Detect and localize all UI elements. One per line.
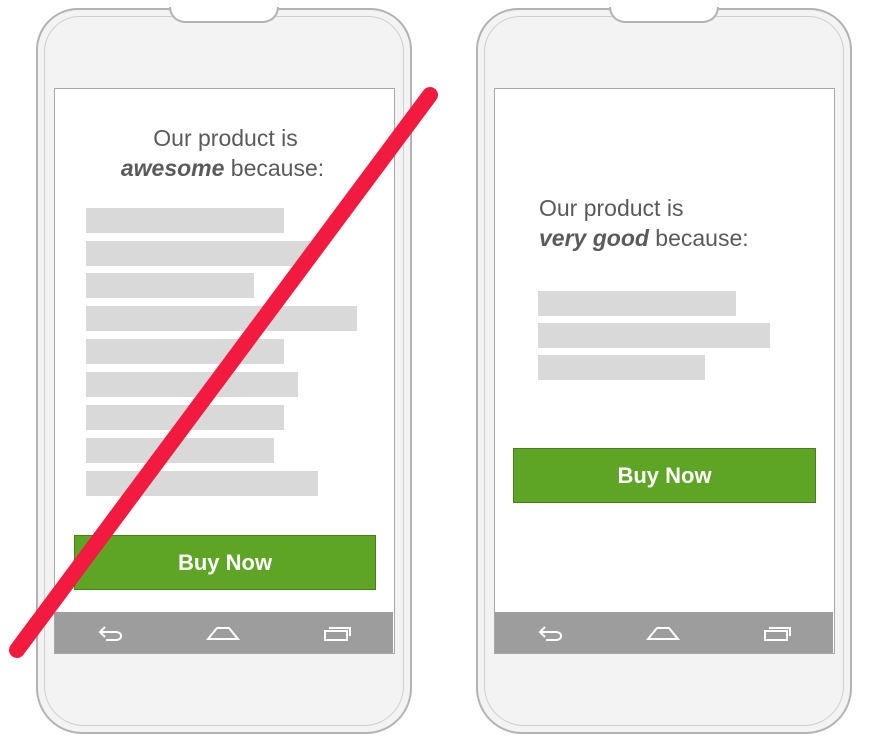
right-text-placeholder — [538, 291, 736, 316]
right-text-placeholder — [538, 323, 770, 348]
left-text-placeholder — [86, 241, 310, 266]
left-headline-emphasis: awesome — [120, 155, 225, 181]
recents-icon[interactable] — [761, 623, 793, 643]
left-text-placeholder — [86, 372, 298, 397]
left-text-placeholder — [86, 405, 284, 430]
left-nav-bar — [55, 612, 393, 653]
right-phone-speaker — [609, 7, 719, 23]
right-headline-emphasis: very good — [539, 225, 649, 251]
back-icon[interactable] — [95, 623, 125, 643]
home-icon[interactable] — [205, 623, 241, 643]
left-headline-line2: awesome because: — [49, 153, 396, 183]
right-text-placeholder — [538, 355, 705, 380]
left-text-placeholder — [86, 306, 357, 331]
right-headline-line2: very good because: — [539, 223, 749, 253]
left-headline: Our product is awesome because: — [55, 123, 396, 183]
right-headline: Our product is very good because: — [539, 193, 749, 253]
right-headline-line1: Our product is — [539, 195, 684, 221]
left-phone-screen: Our product is awesome because: Buy Now — [54, 88, 395, 654]
right-nav-bar — [495, 612, 833, 653]
left-buy-now-button[interactable]: Buy Now — [74, 535, 376, 590]
left-headline-line1: Our product is — [153, 125, 298, 151]
left-text-placeholder — [86, 339, 284, 364]
right-headline-suffix: because: — [648, 225, 749, 251]
left-headline-suffix: because: — [224, 155, 325, 181]
left-text-placeholder — [86, 273, 254, 298]
left-phone-speaker — [169, 7, 279, 23]
right-phone-screen: Our product is very good because: Buy No… — [494, 88, 835, 654]
home-icon[interactable] — [645, 623, 681, 643]
left-text-placeholder — [86, 438, 274, 463]
right-buy-now-button[interactable]: Buy Now — [513, 448, 816, 503]
recents-icon[interactable] — [321, 623, 353, 643]
left-text-placeholder — [86, 208, 284, 233]
left-text-placeholder — [86, 471, 318, 496]
back-icon[interactable] — [535, 623, 565, 643]
